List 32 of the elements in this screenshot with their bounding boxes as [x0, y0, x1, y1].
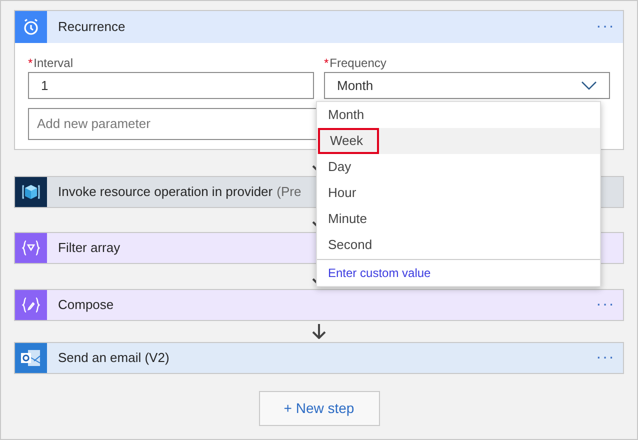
step-title: Recurrence — [58, 18, 126, 36]
mail-app-icon — [20, 348, 42, 368]
dropdown-option[interactable]: Day — [317, 154, 600, 180]
dropdown-option[interactable]: Second — [317, 232, 600, 258]
more-options-button[interactable]: ··· — [596, 297, 615, 313]
more-options-button[interactable]: ··· — [596, 350, 615, 366]
dropdown-option[interactable]: Week — [317, 128, 600, 154]
field-label: Interval — [34, 55, 74, 72]
enter-custom-value-link[interactable]: Enter custom value — [317, 259, 600, 286]
interval-field[interactable]: 1 — [28, 72, 314, 99]
step-header[interactable]: Compose ··· — [15, 290, 623, 320]
field-label: Frequency — [330, 55, 386, 72]
alarm-clock-icon — [22, 18, 40, 36]
dropdown-option[interactable]: Month — [317, 102, 600, 128]
step-title: Invoke resource operation in provider — [58, 183, 273, 202]
required-mark: * — [324, 55, 329, 72]
dropdown-option[interactable]: Minute — [317, 206, 600, 232]
step-title-suffix: (Pre — [276, 183, 302, 202]
dropdown-option[interactable]: Hour — [317, 180, 600, 206]
chevron-down-icon — [581, 81, 597, 90]
more-options-button[interactable]: ··· — [596, 19, 615, 35]
step-title: Filter array — [58, 239, 120, 258]
step-header[interactable]: Send an email (V2) ··· — [15, 343, 623, 373]
braces-pencil-icon — [22, 297, 40, 313]
required-mark: * — [28, 55, 33, 72]
frequency-dropdown[interactable]: Month — [324, 72, 610, 99]
step-header[interactable]: Recurrence ··· — [15, 11, 623, 43]
step-title: Send an email (V2) — [58, 349, 170, 368]
braces-filter-icon — [22, 240, 40, 256]
step-title: Compose — [58, 296, 114, 314]
down-arrow — [312, 324, 326, 339]
new-step-button[interactable]: + New step — [258, 391, 380, 426]
